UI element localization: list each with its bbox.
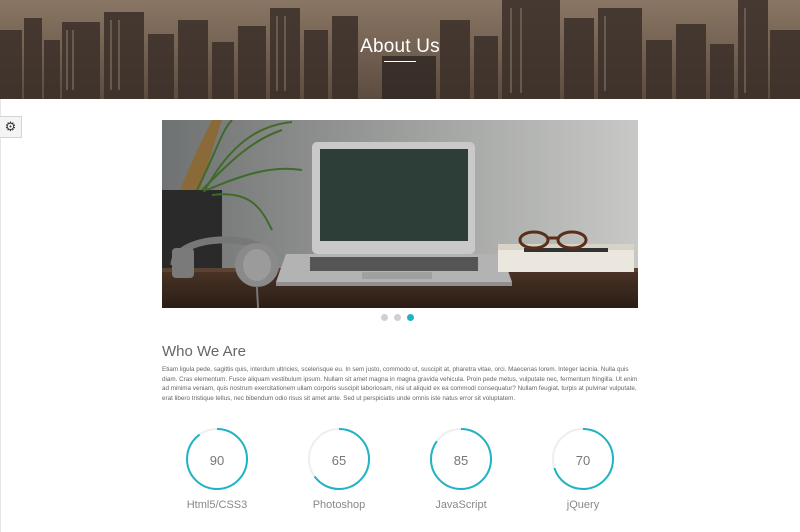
skill-percent: 90	[209, 453, 225, 468]
image-slider[interactable]	[162, 120, 638, 308]
slider-dot-3[interactable]	[407, 314, 414, 321]
skill-label: jQuery	[566, 499, 600, 511]
skill-percent: 85	[453, 453, 469, 468]
slider-pagination	[381, 314, 414, 321]
skill-percent: 65	[331, 453, 347, 468]
skill-percent: 70	[575, 453, 591, 468]
skill-label: JavaScript	[435, 499, 487, 511]
section-paragraph: Etiam ligula pede, sagittis quis, interd…	[162, 366, 638, 402]
section-title: Who We Are	[162, 343, 246, 360]
skill-label: Html5/CSS3	[186, 499, 248, 511]
title-underline	[384, 61, 416, 62]
skill-item: 85 JavaScript	[411, 426, 511, 511]
slide-image-laptop-desk	[162, 120, 638, 308]
page-header-banner: About Us	[0, 0, 800, 99]
skills-row: 90 Html5/CSS3 65 Photoshop 85 JavaScript…	[0, 426, 800, 532]
settings-toggle[interactable]: ⚙	[0, 116, 22, 138]
skill-item: 65 Photoshop	[289, 426, 389, 511]
slider-dot-2[interactable]	[394, 314, 401, 321]
skill-item: 70 jQuery	[533, 426, 633, 511]
page-title: About Us	[360, 36, 440, 57]
skill-label: Photoshop	[312, 499, 366, 511]
slider-dot-1[interactable]	[381, 314, 388, 321]
gear-icon: ⚙	[4, 119, 17, 135]
skill-item: 90 Html5/CSS3	[167, 426, 267, 511]
